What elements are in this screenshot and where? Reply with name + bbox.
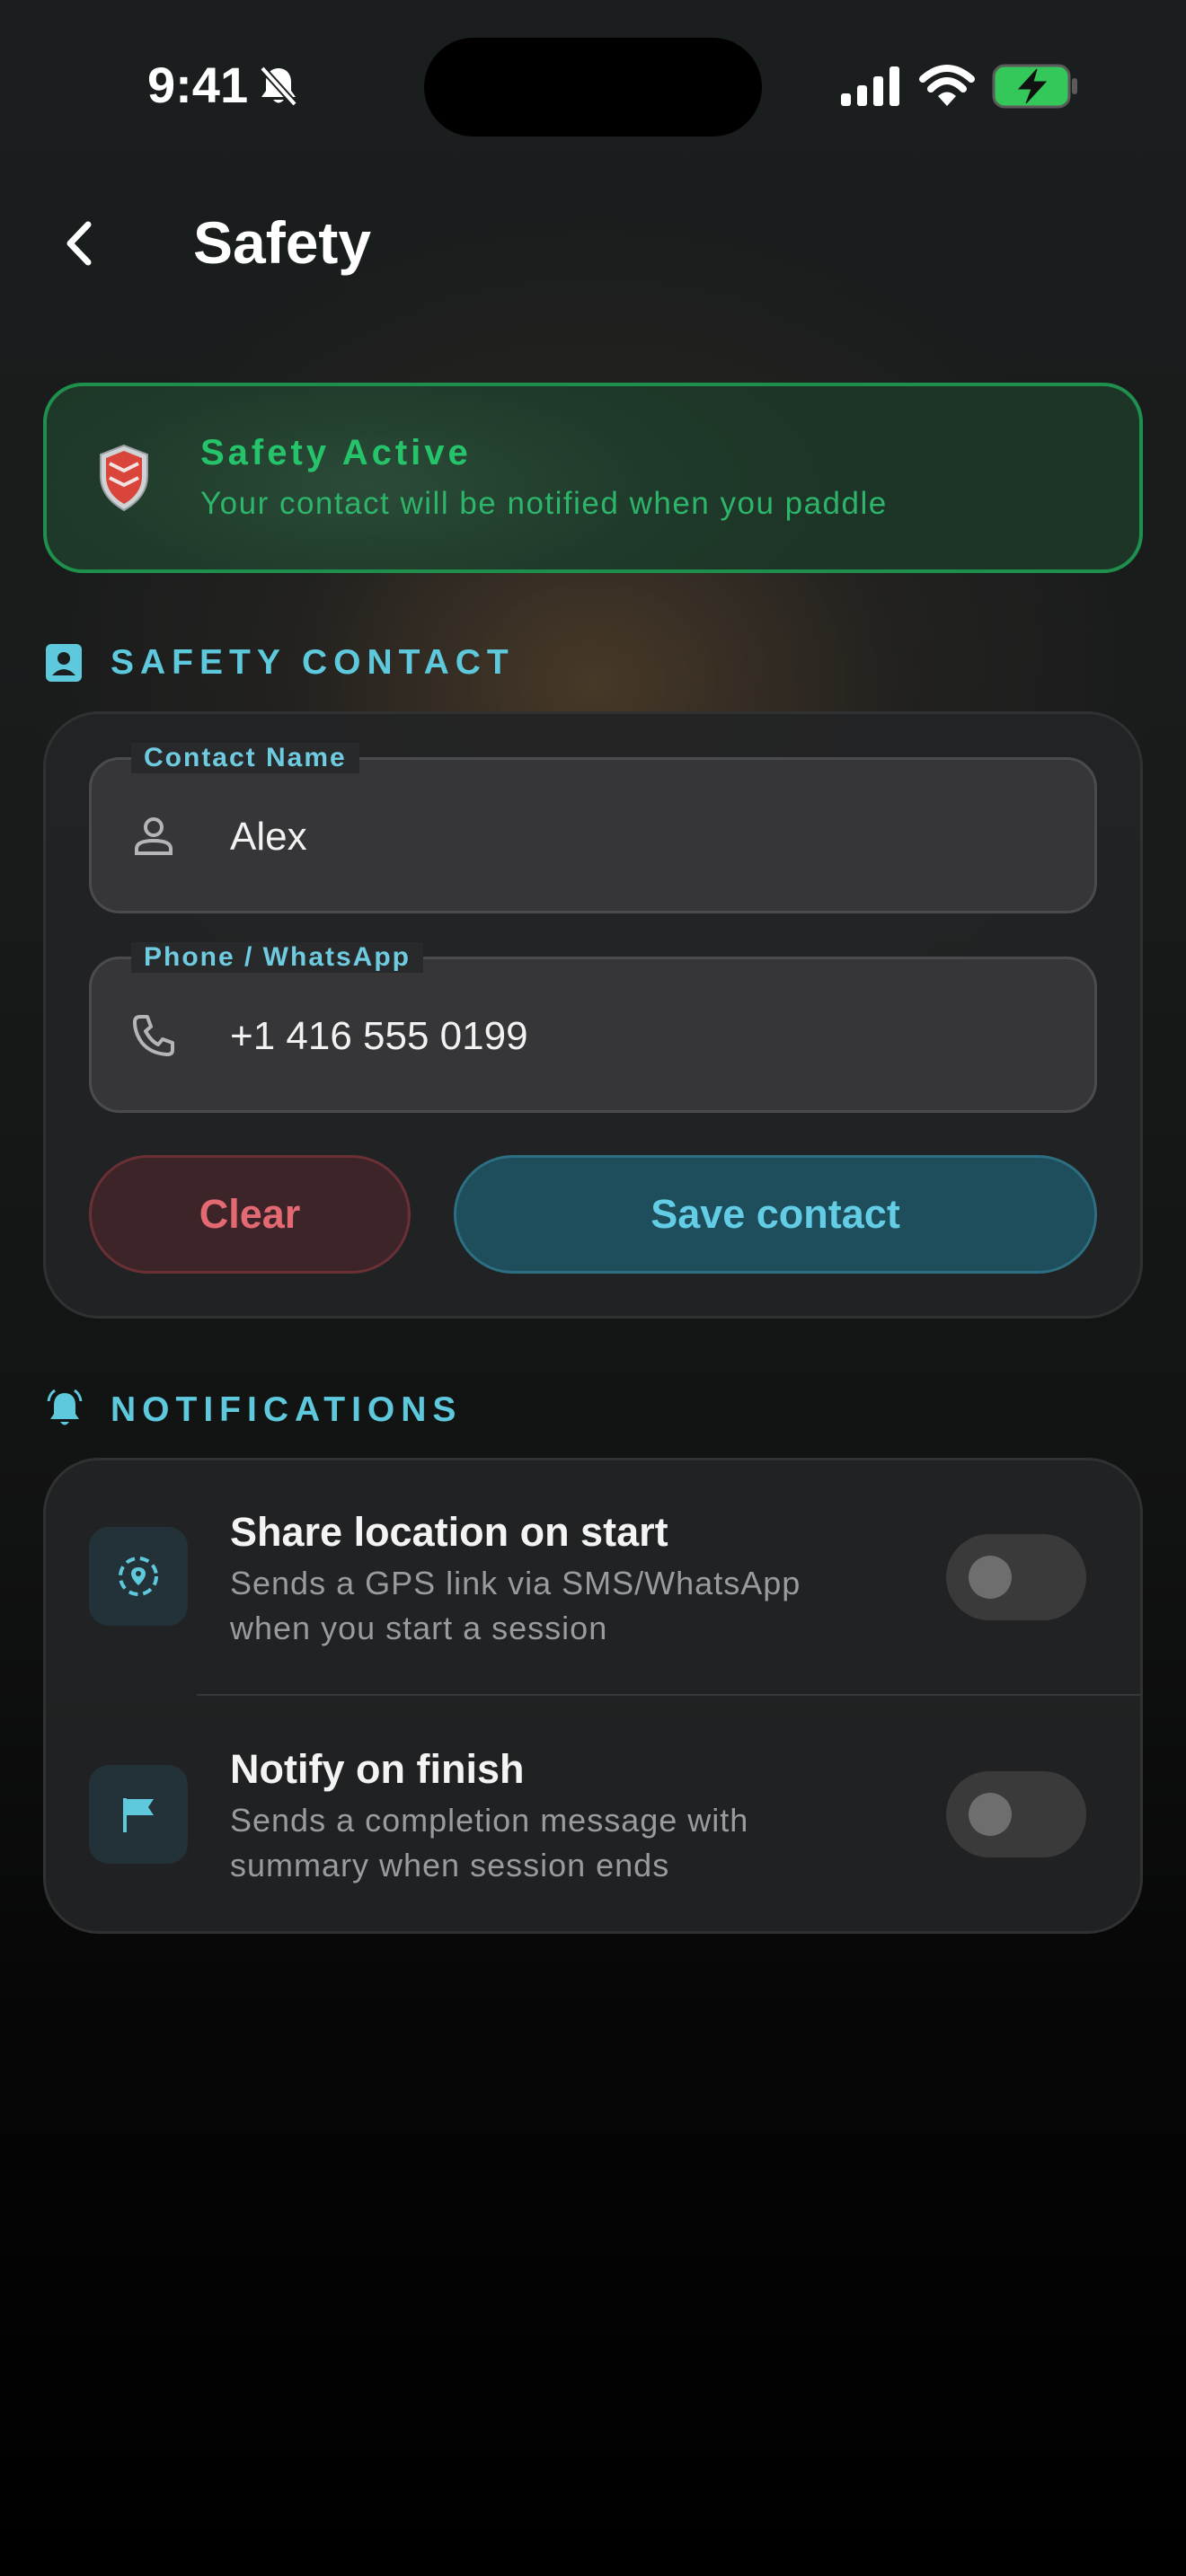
flag-icon bbox=[123, 1798, 154, 1832]
toggle-knob bbox=[969, 1793, 1012, 1836]
flag-icon-tile bbox=[89, 1765, 188, 1864]
save-contact-button[interactable]: Save contact bbox=[454, 1155, 1097, 1274]
back-button[interactable] bbox=[54, 212, 108, 275]
phone-value[interactable]: +1 416 555 0199 bbox=[230, 1014, 528, 1059]
shield-icon bbox=[100, 444, 148, 512]
section-label-safety-contact: SAFETY CONTACT bbox=[111, 643, 515, 682]
page-title: Safety bbox=[193, 209, 372, 276]
dynamic-island bbox=[424, 38, 762, 137]
share-location-title: Share location on start bbox=[230, 1509, 668, 1555]
share-location-toggle[interactable] bbox=[946, 1534, 1086, 1620]
share-location-description: Sends a GPS link via SMS/WhatsApp when y… bbox=[230, 1565, 801, 1646]
bell-slash-icon bbox=[260, 66, 297, 107]
bell-ringing-icon bbox=[47, 1389, 83, 1425]
contact-name-label: Contact Name bbox=[131, 743, 359, 773]
cellular-signal-icon bbox=[841, 66, 899, 106]
banner-title: Safety Active bbox=[200, 433, 472, 472]
row-divider bbox=[197, 1694, 1140, 1696]
status-time: 9:41 bbox=[147, 57, 249, 113]
clear-button[interactable]: Clear bbox=[89, 1155, 411, 1274]
contact-name-value[interactable]: Alex bbox=[230, 815, 307, 860]
phone-icon bbox=[133, 1015, 174, 1056]
contact-card-icon bbox=[46, 644, 82, 682]
location-icon-tile bbox=[89, 1527, 188, 1626]
toggle-knob bbox=[969, 1556, 1012, 1599]
section-label-notifications: NOTIFICATIONS bbox=[111, 1390, 463, 1429]
safety-status-banner bbox=[43, 383, 1143, 573]
person-icon bbox=[135, 817, 173, 855]
notify-finish-toggle[interactable] bbox=[946, 1771, 1086, 1857]
location-icon bbox=[119, 1557, 158, 1596]
wifi-icon bbox=[919, 65, 975, 106]
banner-subtitle: Your contact will be notified when you p… bbox=[200, 486, 888, 521]
phone-label: Phone / WhatsApp bbox=[131, 942, 423, 973]
battery-charging-icon bbox=[992, 64, 1077, 109]
notify-finish-title: Notify on finish bbox=[230, 1746, 525, 1792]
notify-finish-description: Sends a completion message with summary … bbox=[230, 1802, 749, 1883]
